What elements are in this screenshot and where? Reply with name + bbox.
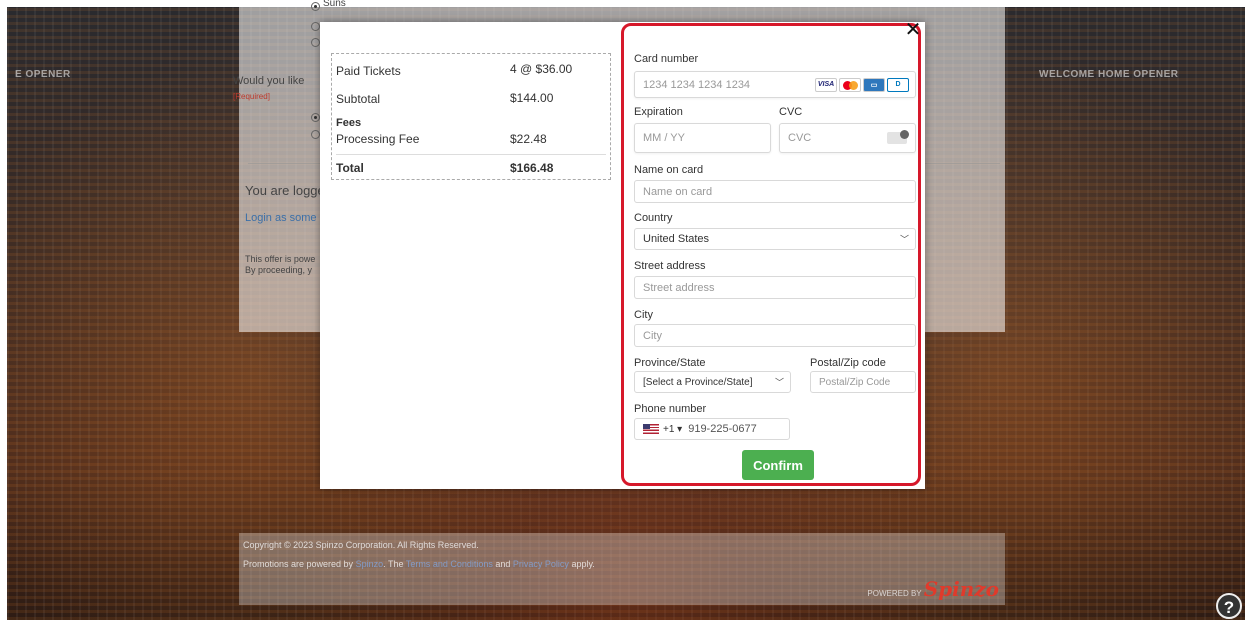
cvc-card-icon bbox=[887, 130, 909, 144]
card-number-placeholder: 1234 1234 1234 1234 bbox=[643, 78, 751, 91]
paid-tickets-value: 4 @ $36.00 bbox=[510, 62, 573, 76]
discover-icon: D bbox=[887, 77, 909, 92]
postal-label: Postal/Zip code bbox=[810, 357, 886, 369]
card-brand-icons: VISA ▭ D bbox=[815, 77, 909, 92]
phone-country-code[interactable]: +1 ▾ bbox=[663, 424, 682, 435]
subtotal-label: Subtotal bbox=[336, 92, 381, 106]
phone-input[interactable]: +1 ▾ 919-225-0677 bbox=[634, 418, 790, 440]
radio-yes[interactable] bbox=[311, 113, 320, 122]
footer-privacy-link[interactable]: Privacy Policy bbox=[513, 559, 569, 569]
chevron-down-icon: ﹀ bbox=[774, 377, 784, 388]
footer-apply: apply. bbox=[571, 559, 595, 569]
footer-powered-prefix: Promotions are powered by bbox=[243, 559, 354, 569]
banner-right: WELCOME HOME OPENER bbox=[1039, 69, 1179, 80]
radio-option-2[interactable] bbox=[311, 22, 320, 31]
name-on-card-input[interactable]: Name on card bbox=[634, 180, 916, 203]
powered-by-spinzo[interactable]: POWERED BY Spinzo bbox=[867, 577, 999, 601]
radio-suns-label: Suns bbox=[323, 0, 346, 9]
footer: Copyright © 2023 Spinzo Corporation. All… bbox=[239, 533, 1005, 605]
expiration-label: Expiration bbox=[634, 106, 683, 118]
summary-separator bbox=[336, 154, 606, 155]
banner-left: E OPENER bbox=[15, 69, 71, 80]
country-select[interactable]: United States ﹀ bbox=[634, 228, 916, 250]
fees-label: Fees bbox=[336, 117, 362, 129]
offer-line-2: By proceeding, y bbox=[245, 265, 313, 275]
checkout-modal: Paid Tickets 4 @ $36.00 Subtotal $144.00… bbox=[320, 20, 925, 489]
paid-tickets-label: Paid Tickets bbox=[336, 64, 401, 78]
mastercard-icon bbox=[839, 77, 861, 92]
payment-form: Card number 1234 1234 1234 1234 VISA ▭ D… bbox=[621, 23, 921, 486]
close-icon[interactable]: ✕ bbox=[904, 20, 922, 40]
offer-line-1: This offer is powe bbox=[245, 254, 316, 264]
country-value: United States bbox=[643, 233, 710, 245]
street-address-label: Street address bbox=[634, 260, 706, 272]
phone-value: 919-225-0677 bbox=[688, 423, 757, 435]
radio-suns[interactable] bbox=[311, 2, 320, 11]
subtotal-value: $144.00 bbox=[510, 91, 554, 105]
powered-by-label: POWERED BY bbox=[867, 589, 922, 598]
chevron-down-icon: ﹀ bbox=[899, 234, 909, 245]
cvc-input[interactable]: CVC bbox=[779, 123, 916, 153]
footer-terms-prefix: . The bbox=[383, 559, 404, 569]
total-label: Total bbox=[336, 161, 364, 175]
us-flag-icon[interactable] bbox=[643, 424, 659, 434]
province-select[interactable]: [Select a Province/State] ﹀ bbox=[634, 371, 791, 393]
footer-copyright: Copyright © 2023 Spinzo Corporation. All… bbox=[243, 540, 479, 550]
amex-icon: ▭ bbox=[863, 77, 885, 92]
cvc-placeholder: CVC bbox=[788, 132, 812, 144]
logged-in-text: You are logge bbox=[245, 183, 325, 198]
processing-fee-label: Processing Fee bbox=[336, 132, 420, 146]
confirm-button[interactable]: Confirm bbox=[742, 450, 814, 480]
city-label: City bbox=[634, 309, 653, 321]
order-summary: Paid Tickets 4 @ $36.00 Subtotal $144.00… bbox=[331, 53, 611, 180]
processing-fee-value: $22.48 bbox=[510, 132, 547, 146]
radio-no[interactable] bbox=[311, 130, 320, 139]
question-label: Would you like bbox=[233, 75, 305, 87]
phone-label: Phone number bbox=[634, 403, 707, 415]
name-on-card-label: Name on card bbox=[634, 164, 704, 176]
card-number-input[interactable]: 1234 1234 1234 1234 VISA ▭ D bbox=[634, 71, 916, 98]
footer-and: and bbox=[495, 559, 511, 569]
city-input[interactable]: City bbox=[634, 324, 916, 347]
visa-icon: VISA bbox=[815, 77, 837, 92]
expiration-input[interactable]: MM / YY bbox=[634, 123, 771, 153]
footer-powered-line: Promotions are powered by Spinzo. The Te… bbox=[243, 559, 595, 569]
postal-input[interactable]: Postal/Zip Code bbox=[810, 371, 916, 393]
login-other-link[interactable]: Login as some bbox=[245, 212, 317, 224]
spinzo-logo: Spinzo bbox=[923, 577, 999, 601]
card-number-label: Card number bbox=[634, 53, 699, 65]
street-address-input[interactable]: Street address bbox=[634, 276, 916, 299]
province-value: [Select a Province/State] bbox=[643, 376, 753, 388]
footer-terms-link[interactable]: Terms and Conditions bbox=[406, 559, 493, 569]
help-button[interactable]: ? bbox=[1216, 593, 1242, 619]
country-label: Country bbox=[634, 212, 673, 224]
total-value: $166.48 bbox=[510, 161, 554, 175]
cvc-label: CVC bbox=[779, 106, 803, 118]
province-label: Province/State bbox=[634, 357, 706, 369]
radio-option-3[interactable] bbox=[311, 38, 320, 47]
required-label: [Required] bbox=[233, 92, 270, 101]
footer-spinzo-link[interactable]: Spinzo bbox=[356, 559, 384, 569]
